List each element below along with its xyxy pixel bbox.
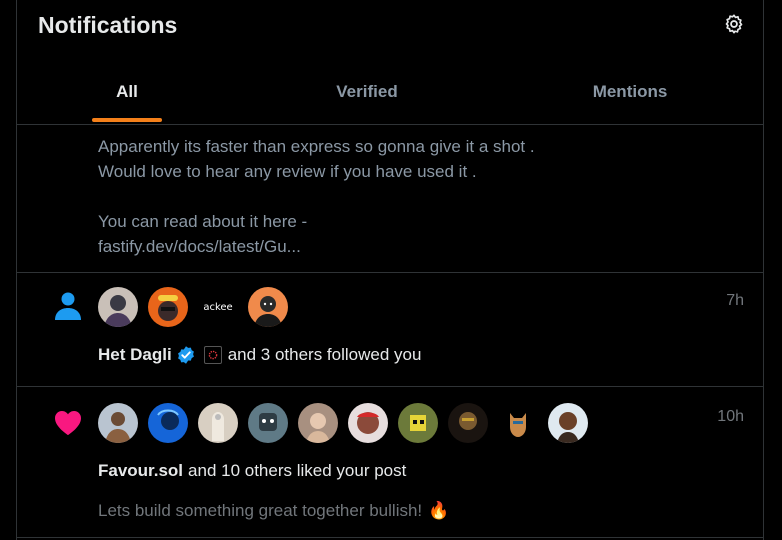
notification-text: Favour.sol and 10 others liked your post <box>98 461 406 481</box>
notification-time: 10h <box>717 408 744 425</box>
avatar[interactable] <box>348 403 388 443</box>
tab-verified[interactable]: Verified <box>257 60 477 124</box>
avatar-row <box>98 403 598 443</box>
avatar[interactable] <box>448 403 488 443</box>
tab-bar: All Verified Mentions <box>17 60 763 125</box>
actor-name[interactable]: Favour.sol <box>98 461 183 481</box>
post-preview-text: Lets build something great together bull… <box>98 501 423 520</box>
post-preview-tail[interactable]: Apparently its faster than express so go… <box>17 125 763 273</box>
actor-name[interactable]: Het Dagli <box>98 345 172 365</box>
post-link[interactable]: fastify.dev/docs/latest/Gu... <box>98 234 301 259</box>
post-text-line: Apparently its faster than express so go… <box>98 137 535 156</box>
avatar[interactable] <box>148 287 188 327</box>
gear-icon[interactable] <box>723 13 745 35</box>
tab-all[interactable]: All <box>17 60 237 124</box>
follow-notification[interactable]: ackee 7h Het Dagli and 3 others followed… <box>17 273 763 387</box>
post-text-line: You can read about it here - <box>98 212 308 231</box>
tab-mentions[interactable]: Mentions <box>520 60 740 124</box>
profile-emoji-icon <box>203 346 222 364</box>
avatar[interactable] <box>248 287 288 327</box>
avatar-ackee[interactable]: ackee <box>198 287 238 327</box>
notification-rest: and 10 others liked your post <box>188 461 407 480</box>
tab-mentions-label: Mentions <box>592 82 668 101</box>
post-text-line: Would love to hear any review if you hav… <box>98 162 477 181</box>
avatar[interactable] <box>298 403 338 443</box>
avatar[interactable] <box>498 403 538 443</box>
page-title: Notifications <box>38 12 178 38</box>
avatar-row: ackee <box>98 287 298 327</box>
divider <box>17 537 763 538</box>
avatar[interactable] <box>398 403 438 443</box>
notification-time: 7h <box>726 292 744 309</box>
avatar[interactable] <box>98 287 138 327</box>
avatar[interactable] <box>198 403 238 443</box>
notification-text: Het Dagli and 3 others followed you <box>98 345 421 365</box>
tab-active-indicator <box>92 118 162 122</box>
notifications-panel: Notifications All Verified Mentions Appa… <box>16 0 764 540</box>
person-icon <box>55 292 81 320</box>
avatar[interactable] <box>248 403 288 443</box>
fire-emoji-icon: 🔥 <box>428 501 450 521</box>
heart-icon <box>55 411 81 435</box>
like-notification[interactable]: 10h Favour.sol and 10 others liked your … <box>17 387 763 539</box>
notifications-header: Notifications All Verified Mentions <box>17 0 763 125</box>
avatar[interactable] <box>148 403 188 443</box>
verified-badge-icon <box>177 346 194 364</box>
tab-verified-label: Verified <box>336 82 398 101</box>
tab-all-label: All <box>116 82 138 101</box>
avatar[interactable] <box>548 403 588 443</box>
notification-rest: and 3 others followed you <box>227 345 422 364</box>
post-preview[interactable]: Lets build something great together bull… <box>98 501 449 521</box>
avatar[interactable] <box>98 403 138 443</box>
